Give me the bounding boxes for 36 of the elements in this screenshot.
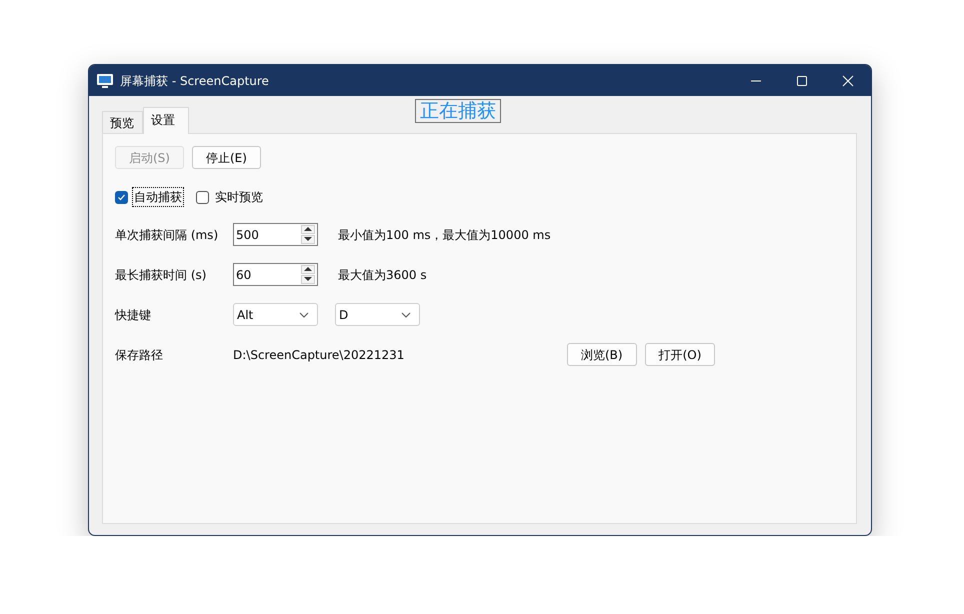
checkbox[interactable] [115,190,128,204]
status-label: 正在捕获 [415,98,501,122]
up-arrow-icon [304,267,312,272]
spin-up-button[interactable] [301,265,315,274]
up-arrow-icon [304,227,312,232]
setting-label: 最长捕获时间 (s) [115,266,208,284]
close-icon [842,74,854,86]
check-icon [117,192,126,202]
tab[interactable]: 设置 [143,107,189,134]
number-field[interactable]: 60 [233,263,318,286]
hint-text: 最大值为3600 s [338,266,427,284]
down-arrow-icon [304,237,312,242]
button[interactable]: 浏览(B) [567,343,637,366]
spin-down-button[interactable] [301,235,315,244]
setting-label: 快捷键 [115,306,152,324]
hint-text: 最小值为100 ms，最大值为10000 ms [338,226,551,244]
spin-up-button[interactable] [301,225,315,234]
checkbox-label: 实时预览 [214,189,264,206]
setting-label: 单次捕获间隔 (ms) [115,226,220,244]
dropdown[interactable]: D [335,303,420,326]
window-title: 屏幕捕获 - ScreenCapture [120,72,269,90]
monitor-icon [97,72,113,88]
stop-button[interactable]: 停止(E) [192,146,261,169]
checkbox-label: 自动捕获 [132,187,184,207]
maximize-icon [796,74,808,86]
caret-icon [299,312,309,318]
spin-down-button[interactable] [301,275,315,284]
tab[interactable]: 预览 [102,111,143,133]
down-arrow-icon [304,277,312,282]
checkbox[interactable] [196,190,209,204]
number-field[interactable]: 500 [233,223,318,246]
setting-label: 保存路径 [115,346,164,364]
caret-icon [401,312,411,318]
dropdown[interactable]: Alt [233,303,318,326]
path-text: D:\ScreenCapture\20221231 [233,346,406,364]
button[interactable]: 打开(O) [644,343,716,366]
